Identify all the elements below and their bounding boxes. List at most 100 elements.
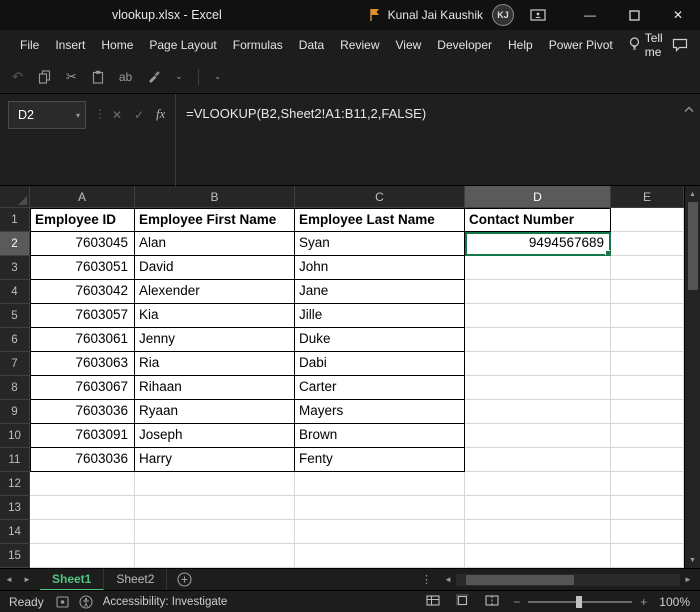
cell-C9[interactable]: Mayers [295,400,465,424]
hscroll-thumb[interactable] [466,574,574,585]
menu-item-power-pivot[interactable]: Power Pivot [541,30,621,60]
close-button[interactable]: ✕ [656,0,700,30]
cell-B1[interactable]: Employee First Name [135,208,295,232]
name-box[interactable]: D2 ▾ [8,101,86,129]
enter-icon[interactable]: ✓ [134,108,144,122]
row-header-11[interactable]: 11 [0,448,30,472]
cell-C13[interactable] [295,496,465,520]
column-header-D[interactable]: D [465,186,611,208]
menu-item-file[interactable]: File [12,30,47,60]
row-header-7[interactable]: 7 [0,352,30,376]
menu-item-home[interactable]: Home [93,30,141,60]
cell-E12[interactable] [611,472,684,496]
cell-D12[interactable] [465,472,611,496]
chevron-down-icon[interactable]: ⌄ [175,71,183,82]
row-header-15[interactable]: 15 [0,544,30,568]
column-header-A[interactable]: A [30,186,135,208]
cell-E5[interactable] [611,304,684,328]
zoom-in-icon[interactable]: + [640,595,647,609]
cell-A8[interactable]: 7603067 [30,376,135,400]
paste-icon[interactable] [92,70,104,84]
cell-E7[interactable] [611,352,684,376]
row-header-9[interactable]: 9 [0,400,30,424]
sheet-tab-sheet1[interactable]: Sheet1 [40,568,105,591]
cell-B4[interactable]: Alexender [135,280,295,304]
zoom-level[interactable]: 100% [659,595,700,609]
row-header-1[interactable]: 1 [0,208,30,232]
cell-D4[interactable] [465,280,611,304]
cell-D5[interactable] [465,304,611,328]
tell-me[interactable]: Tell me [621,31,672,59]
row-header-2[interactable]: 2 [0,232,30,256]
menu-item-help[interactable]: Help [500,30,541,60]
name-box-dropdown-icon[interactable]: ▾ [76,111,80,120]
cell-B2[interactable]: Alan [135,232,295,256]
copy-icon[interactable] [38,69,51,84]
zoom-track[interactable] [528,595,633,608]
cell-A3[interactable]: 7603051 [30,256,135,280]
cell-B12[interactable] [135,472,295,496]
cell-A10[interactable]: 7603091 [30,424,135,448]
cell-C3[interactable]: John [295,256,465,280]
vscroll-down-icon[interactable]: ▼ [685,552,700,568]
cell-B10[interactable]: Joseph [135,424,295,448]
maximize-button[interactable] [612,0,656,30]
row-header-5[interactable]: 5 [0,304,30,328]
cell-E6[interactable] [611,328,684,352]
cell-A1[interactable]: Employee ID [30,208,135,232]
collapse-formula-bar-icon[interactable] [678,106,700,113]
cell-C14[interactable] [295,520,465,544]
cell-B13[interactable] [135,496,295,520]
cell-C6[interactable]: Duke [295,328,465,352]
cell-B14[interactable] [135,520,295,544]
cell-A13[interactable] [30,496,135,520]
row-header-4[interactable]: 4 [0,280,30,304]
column-header-E[interactable]: E [611,186,684,208]
cell-E1[interactable] [611,208,684,232]
accessibility-icon[interactable] [79,594,93,609]
cell-D9[interactable] [465,400,611,424]
cell-E2[interactable] [611,232,684,256]
row-header-3[interactable]: 3 [0,256,30,280]
cell-A6[interactable]: 7603061 [30,328,135,352]
menu-item-insert[interactable]: Insert [47,30,93,60]
cell-A2[interactable]: 7603045 [30,232,135,256]
undo-icon[interactable]: ↶ [12,70,23,83]
zoom-thumb[interactable] [576,595,583,608]
cut-icon[interactable]: ✂ [66,70,77,83]
cell-B15[interactable] [135,544,295,568]
cell-B7[interactable]: Ria [135,352,295,376]
menu-item-review[interactable]: Review [332,30,387,60]
formula-input[interactable]: =VLOOKUP(B2,Sheet2!A1:B11,2,FALSE) [175,94,678,186]
cell-E4[interactable] [611,280,684,304]
cell-D1[interactable]: Contact Number [465,208,611,232]
cell-A15[interactable] [30,544,135,568]
menu-item-formulas[interactable]: Formulas [225,30,291,60]
column-header-C[interactable]: C [295,186,465,208]
cell-D6[interactable] [465,328,611,352]
normal-view-icon[interactable] [426,594,440,609]
cell-D15[interactable] [465,544,611,568]
cell-E10[interactable] [611,424,684,448]
cell-E8[interactable] [611,376,684,400]
menu-item-developer[interactable]: Developer [429,30,500,60]
vscroll-thumb[interactable] [687,202,698,290]
cell-C11[interactable]: Fenty [295,448,465,472]
cell-C7[interactable]: Dabi [295,352,465,376]
sheet-nav-right-icon[interactable]: ► [18,575,36,584]
hscroll-right-icon[interactable]: ► [680,575,696,584]
menu-item-view[interactable]: View [388,30,430,60]
cell-D14[interactable] [465,520,611,544]
row-header-10[interactable]: 10 [0,424,30,448]
accessibility-status[interactable]: Accessibility: Investigate [103,596,228,608]
cell-A12[interactable] [30,472,135,496]
cell-C5[interactable]: Jille [295,304,465,328]
select-all-corner[interactable] [0,186,30,208]
presenter-icon[interactable] [530,8,546,22]
menu-item-data[interactable]: Data [291,30,332,60]
cell-D13[interactable] [465,496,611,520]
zoom-out-icon[interactable]: − [513,595,520,609]
zoom-slider[interactable]: − + [513,595,647,609]
cell-A4[interactable]: 7603042 [30,280,135,304]
cell-C8[interactable]: Carter [295,376,465,400]
